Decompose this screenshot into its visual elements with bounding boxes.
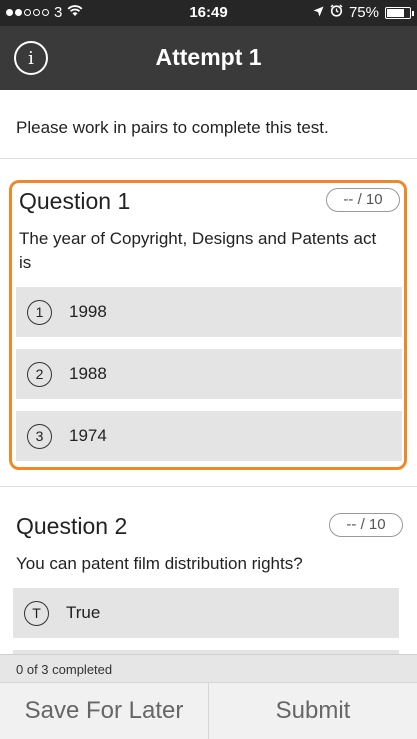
question-card-2: Question 2 -- / 10 You can patent film d… [9, 508, 407, 654]
option-number-icon: 1 [27, 299, 52, 325]
option-label: 1988 [69, 364, 107, 383]
alarm-clock-icon [330, 4, 343, 21]
location-arrow-icon [313, 4, 324, 21]
question-score-badge: -- / 10 [329, 513, 403, 537]
question-title: Question 1 [19, 188, 131, 214]
question-title: Question 2 [16, 513, 128, 539]
completion-status: 0 of 3 completed [0, 654, 417, 682]
option-label: True [66, 603, 101, 622]
answer-option[interactable]: 1 1998 [16, 287, 402, 337]
option-number-icon: 3 [27, 423, 52, 449]
option-letter-icon: T [24, 600, 49, 626]
option-number-icon: 2 [27, 361, 52, 387]
question-text: You can patent film distribution rights? [16, 554, 303, 573]
footer-toolbar: Save For Later Submit [0, 682, 417, 739]
question-score-badge: -- / 10 [326, 188, 400, 212]
battery-icon [385, 6, 414, 19]
answer-option[interactable]: 2 1988 [16, 349, 402, 399]
save-for-later-button[interactable]: Save For Later [0, 683, 209, 739]
page-title: Attempt 1 [155, 44, 262, 70]
battery-percent: 75% [348, 4, 379, 21]
question-divider [0, 486, 417, 487]
instructions-text: Please work in pairs to complete this te… [0, 90, 417, 159]
quiz-content[interactable]: Please work in pairs to complete this te… [0, 90, 417, 654]
status-right: 75% [313, 4, 414, 21]
answer-option[interactable]: T True [13, 588, 399, 638]
answer-option[interactable]: 3 1974 [16, 411, 402, 461]
option-label: 1998 [69, 302, 107, 321]
option-label: 1974 [69, 426, 107, 445]
question-card-1: Question 1 -- / 10 The year of Copyright… [9, 180, 407, 470]
question-text: The year of Copyright, Designs and Paten… [19, 229, 377, 272]
status-bar: 3 16:49 75% [0, 0, 417, 26]
app-header: i Attempt 1 [0, 26, 417, 90]
submit-button[interactable]: Submit [209, 683, 417, 739]
